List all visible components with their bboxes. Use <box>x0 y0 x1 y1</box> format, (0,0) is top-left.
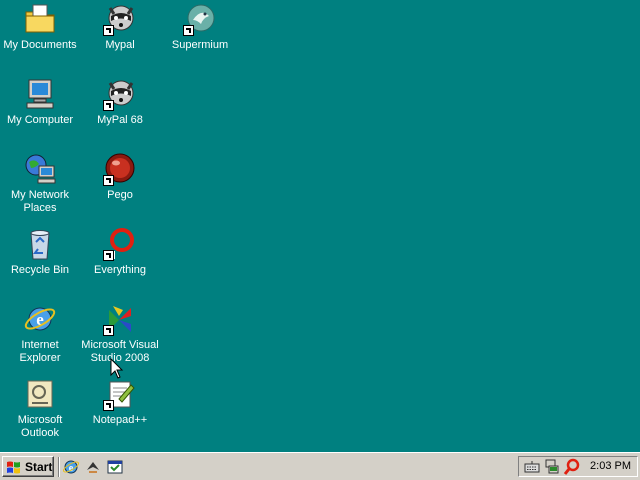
internet-explorer-icon: e <box>23 302 57 336</box>
taskbar-separator <box>58 457 60 477</box>
quicklaunch-internet-explorer-icon[interactable]: e <box>62 458 80 476</box>
visual-studio-icon <box>103 302 137 336</box>
windows-logo-icon <box>7 461 20 473</box>
keyboard-icon[interactable] <box>523 458 541 476</box>
desktop-icon-supermium[interactable]: Supermium <box>160 2 240 52</box>
network-icon[interactable] <box>543 458 561 476</box>
desktop-icon-everything[interactable]: Everything <box>80 227 160 277</box>
folder-documents-icon <box>23 2 57 36</box>
shortcut-arrow-icon <box>103 400 114 411</box>
desktop-icon-internet-explorer[interactable]: e Internet Explorer <box>0 302 80 365</box>
desktop-icon-notepad-plus-plus[interactable]: Notepad++ <box>80 377 160 427</box>
recycle-bin-icon <box>23 227 57 261</box>
network-places-icon <box>23 152 57 186</box>
computer-icon <box>23 77 57 111</box>
search-tray-icon[interactable] <box>563 458 581 476</box>
notepad-plus-plus-icon <box>103 377 137 411</box>
taskbar: Start e 2:03 PM <box>0 452 640 480</box>
shortcut-arrow-icon <box>103 250 114 261</box>
raccoon-icon <box>103 2 137 36</box>
desktop-icon-my-documents[interactable]: My Documents <box>0 2 80 52</box>
shortcut-arrow-icon <box>183 25 194 36</box>
start-button[interactable]: Start <box>2 456 54 477</box>
system-tray: 2:03 PM <box>518 456 638 477</box>
desktop-icon-mypal-68[interactable]: MyPal 68 <box>80 77 160 127</box>
desktop-icon-mypal[interactable]: Mypal <box>80 2 160 52</box>
shortcut-arrow-icon <box>103 25 114 36</box>
quicklaunch-show-desktop-icon[interactable] <box>106 458 124 476</box>
desktop-icon-my-computer[interactable]: My Computer <box>0 77 80 127</box>
pego-icon <box>103 152 137 186</box>
desktop-icon-pego[interactable]: Pego <box>80 152 160 202</box>
shortcut-arrow-icon <box>103 175 114 186</box>
clock[interactable]: 2:03 PM <box>590 460 631 472</box>
outlook-icon <box>23 377 57 411</box>
shortcut-arrow-icon <box>103 325 114 336</box>
desktop-icon-microsoft-outlook[interactable]: Microsoft Outlook <box>0 377 80 440</box>
shortcut-arrow-icon <box>103 100 114 111</box>
raccoon-icon <box>103 77 137 111</box>
desktop-icon-visual-studio-2008[interactable]: Microsoft Visual Studio 2008 <box>80 302 160 365</box>
desktop[interactable]: My Documents Mypal Supermium My Computer… <box>0 0 640 452</box>
bird-globe-icon <box>183 2 217 36</box>
everything-search-icon <box>103 227 137 261</box>
quicklaunch-winamp-icon[interactable] <box>84 458 102 476</box>
start-label: Start <box>25 459 53 474</box>
desktop-icon-my-network-places[interactable]: My Network Places <box>0 152 80 215</box>
desktop-icon-recycle-bin[interactable]: Recycle Bin <box>0 227 80 277</box>
